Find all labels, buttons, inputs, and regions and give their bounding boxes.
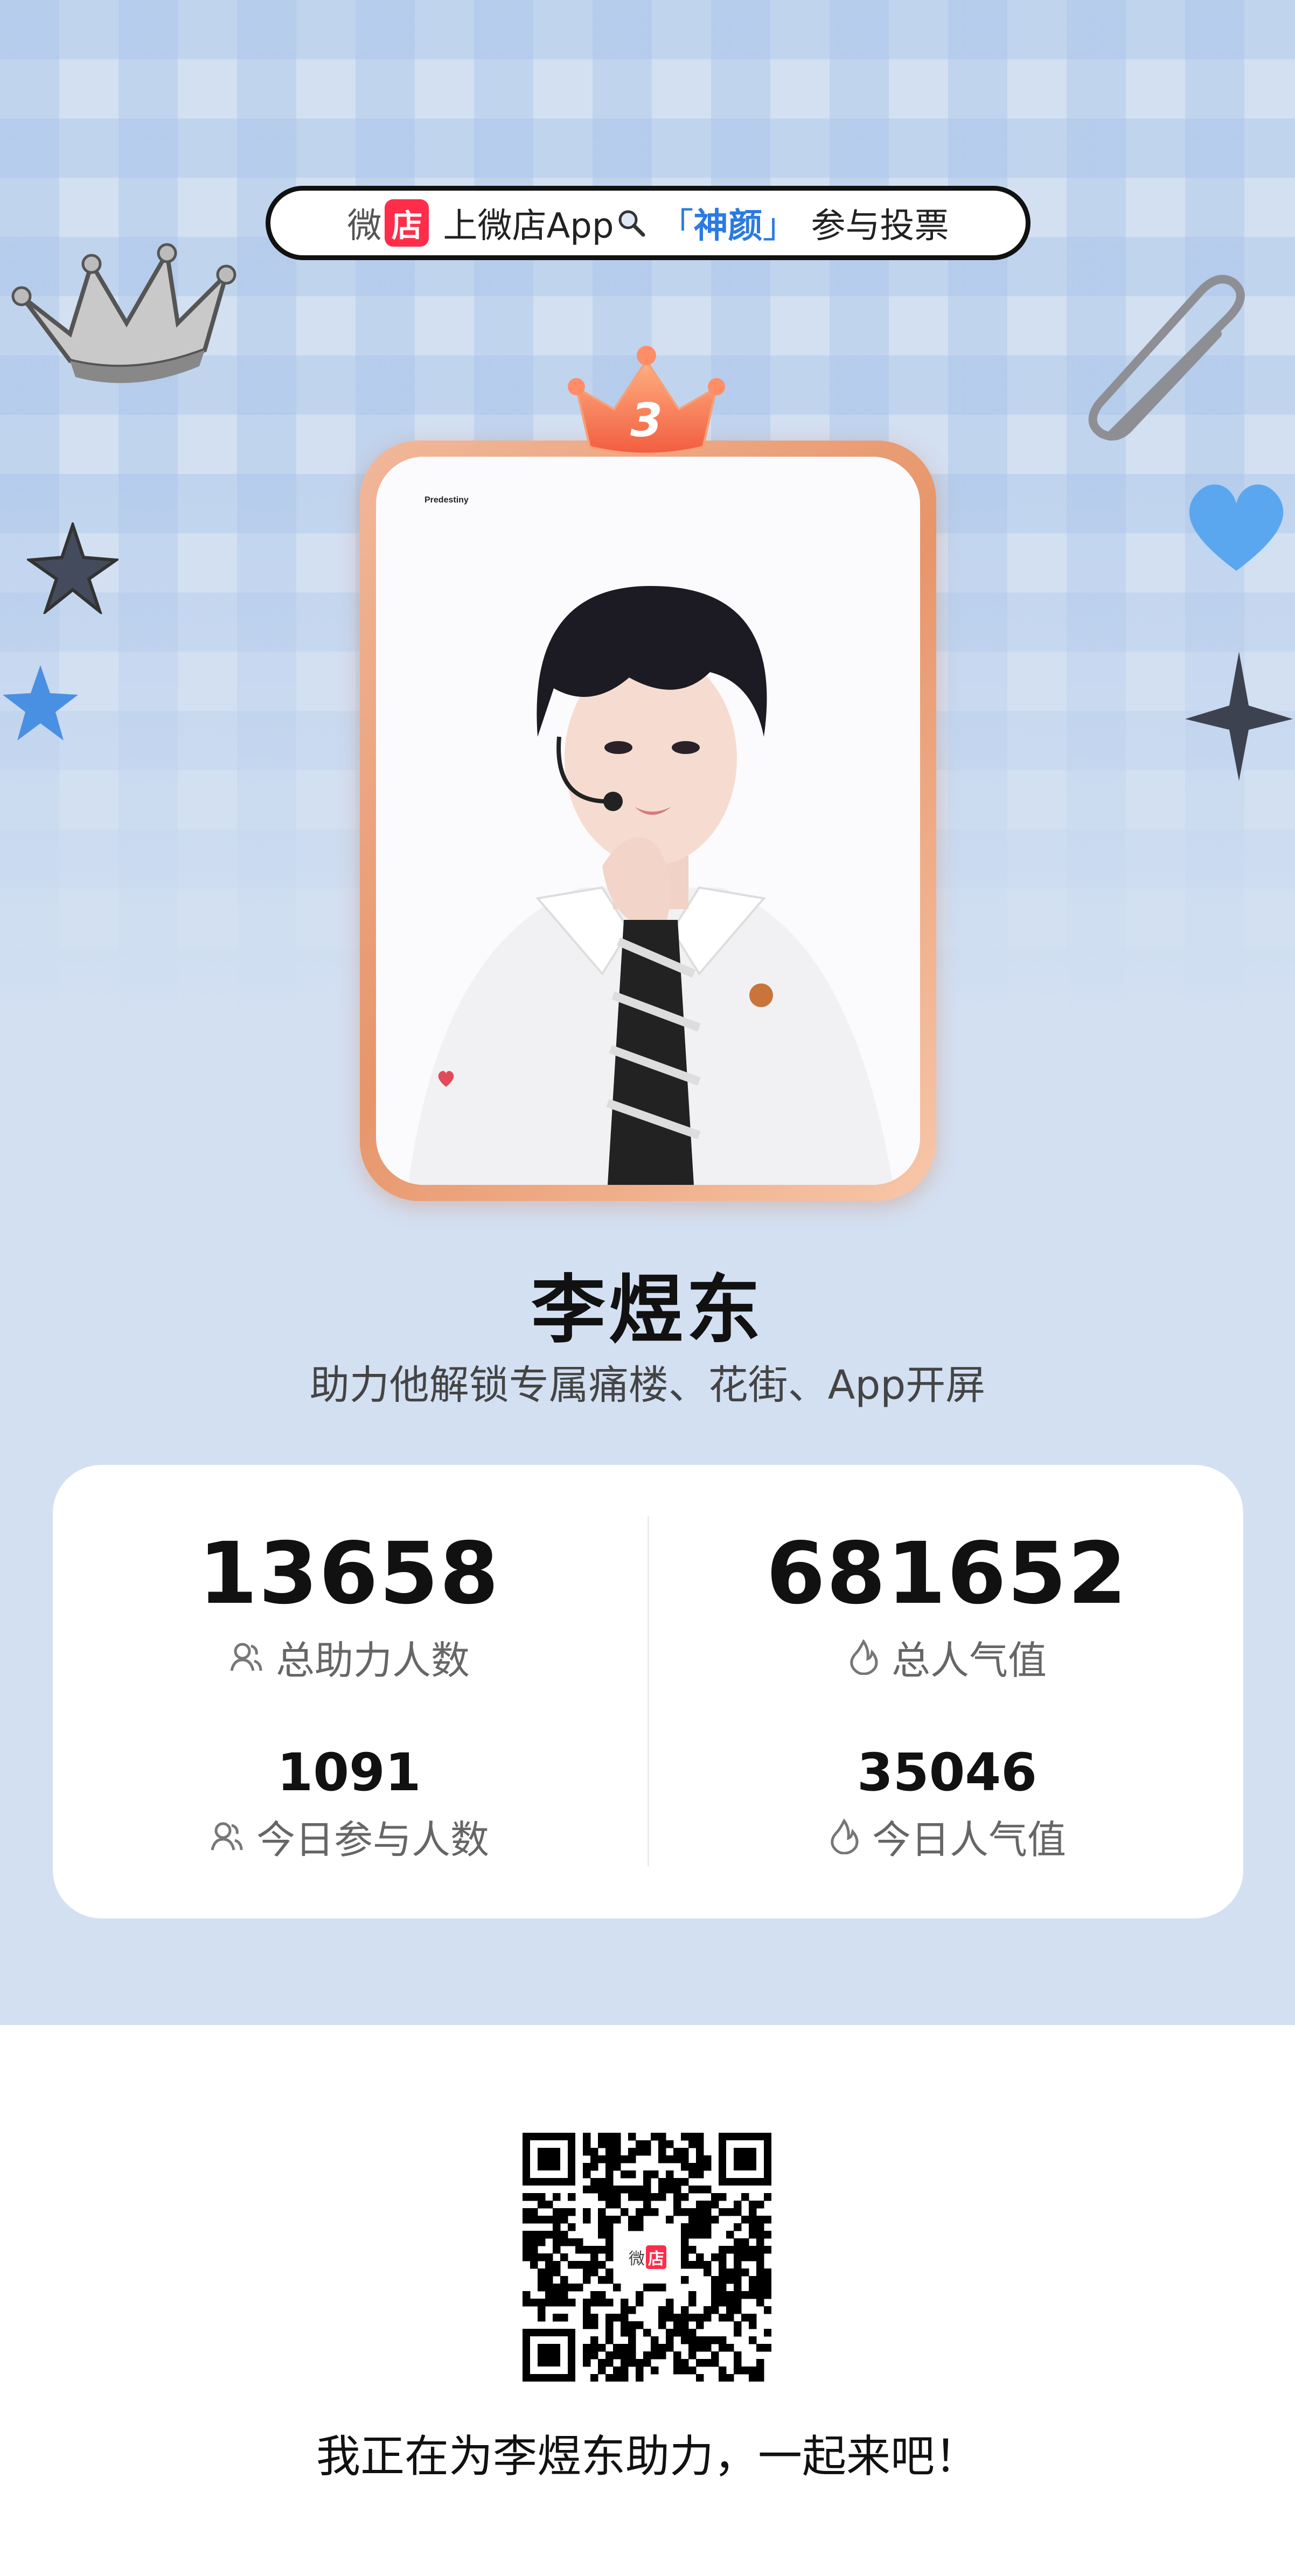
portrait-illustration: Predestiny: [376, 457, 920, 1185]
stats-divider: [648, 1516, 649, 1866]
qr-center-logo: 微 店: [623, 2244, 672, 2271]
rank-number: 3: [630, 394, 663, 448]
paperclip-icon: [1088, 275, 1245, 441]
photo-watermark: Predestiny: [424, 495, 469, 505]
total-popularity-value: 681652: [766, 1524, 1128, 1623]
stat-today-popularity: 35046 今日人气值: [651, 1742, 1243, 1865]
rank-crown-badge: 3: [568, 346, 725, 455]
vote-banner[interactable]: 微 店 上微店App 「 神颜 」 参与投票: [266, 186, 1031, 260]
banner-action: 参与投票: [811, 206, 949, 246]
people-icon: [211, 1822, 243, 1851]
stat-total-popularity: 681652 总人气值: [651, 1524, 1243, 1685]
weidian-logo: 微 店: [347, 198, 429, 248]
today-popularity-label: 今日人气值: [872, 1817, 1066, 1862]
star-name: 李煜东: [531, 1267, 764, 1353]
banner-keyword: 神颜: [693, 206, 763, 246]
photo[interactable]: Predestiny: [376, 457, 920, 1185]
search-icon: [618, 210, 645, 237]
today-participants-value: 1091: [277, 1742, 421, 1803]
total-supporters-label: 总助力人数: [275, 1638, 470, 1683]
stat-today-participants: 1091 今日参与人数: [53, 1742, 645, 1865]
support-subtitle: 助力他解锁专属痛楼、花街、App开屏: [309, 1362, 986, 1408]
qr-logo-wei: 微: [629, 2250, 645, 2268]
qr-logo-dian: 店: [646, 2245, 666, 2269]
flame-icon: [831, 1818, 859, 1854]
bracket-open: 「: [659, 206, 694, 246]
banner-keyword-group: 「 神颜 」: [659, 198, 797, 248]
star-blue-icon: [3, 665, 78, 741]
photo-frame: Predestiny: [360, 441, 936, 1201]
today-popularity-value: 35046: [857, 1742, 1037, 1803]
total-popularity-label: 总人气值: [891, 1638, 1047, 1683]
stat-total-supporters: 13658 总助力人数: [53, 1524, 645, 1685]
sparkle-icon: [1185, 652, 1293, 781]
crown-decoration-icon: [11, 243, 236, 383]
qr-code[interactable]: 微 店: [523, 2133, 772, 2382]
heart-icon: [1189, 484, 1284, 571]
today-participants-label: 今日参与人数: [256, 1817, 489, 1862]
banner-text: 上微店App: [443, 206, 614, 246]
flame-icon: [850, 1639, 878, 1675]
bracket-close: 」: [762, 206, 797, 246]
star-sketch-icon: [27, 522, 119, 614]
total-supporters-value: 13658: [198, 1524, 500, 1623]
footer-invite-text: 我正在为李煜东助力，一起来吧！: [316, 2431, 979, 2482]
stats-card: 13658 总助力人数 681652 总人气值 1091 今日参与人数 3504…: [53, 1465, 1243, 1918]
people-icon: [230, 1643, 262, 1671]
